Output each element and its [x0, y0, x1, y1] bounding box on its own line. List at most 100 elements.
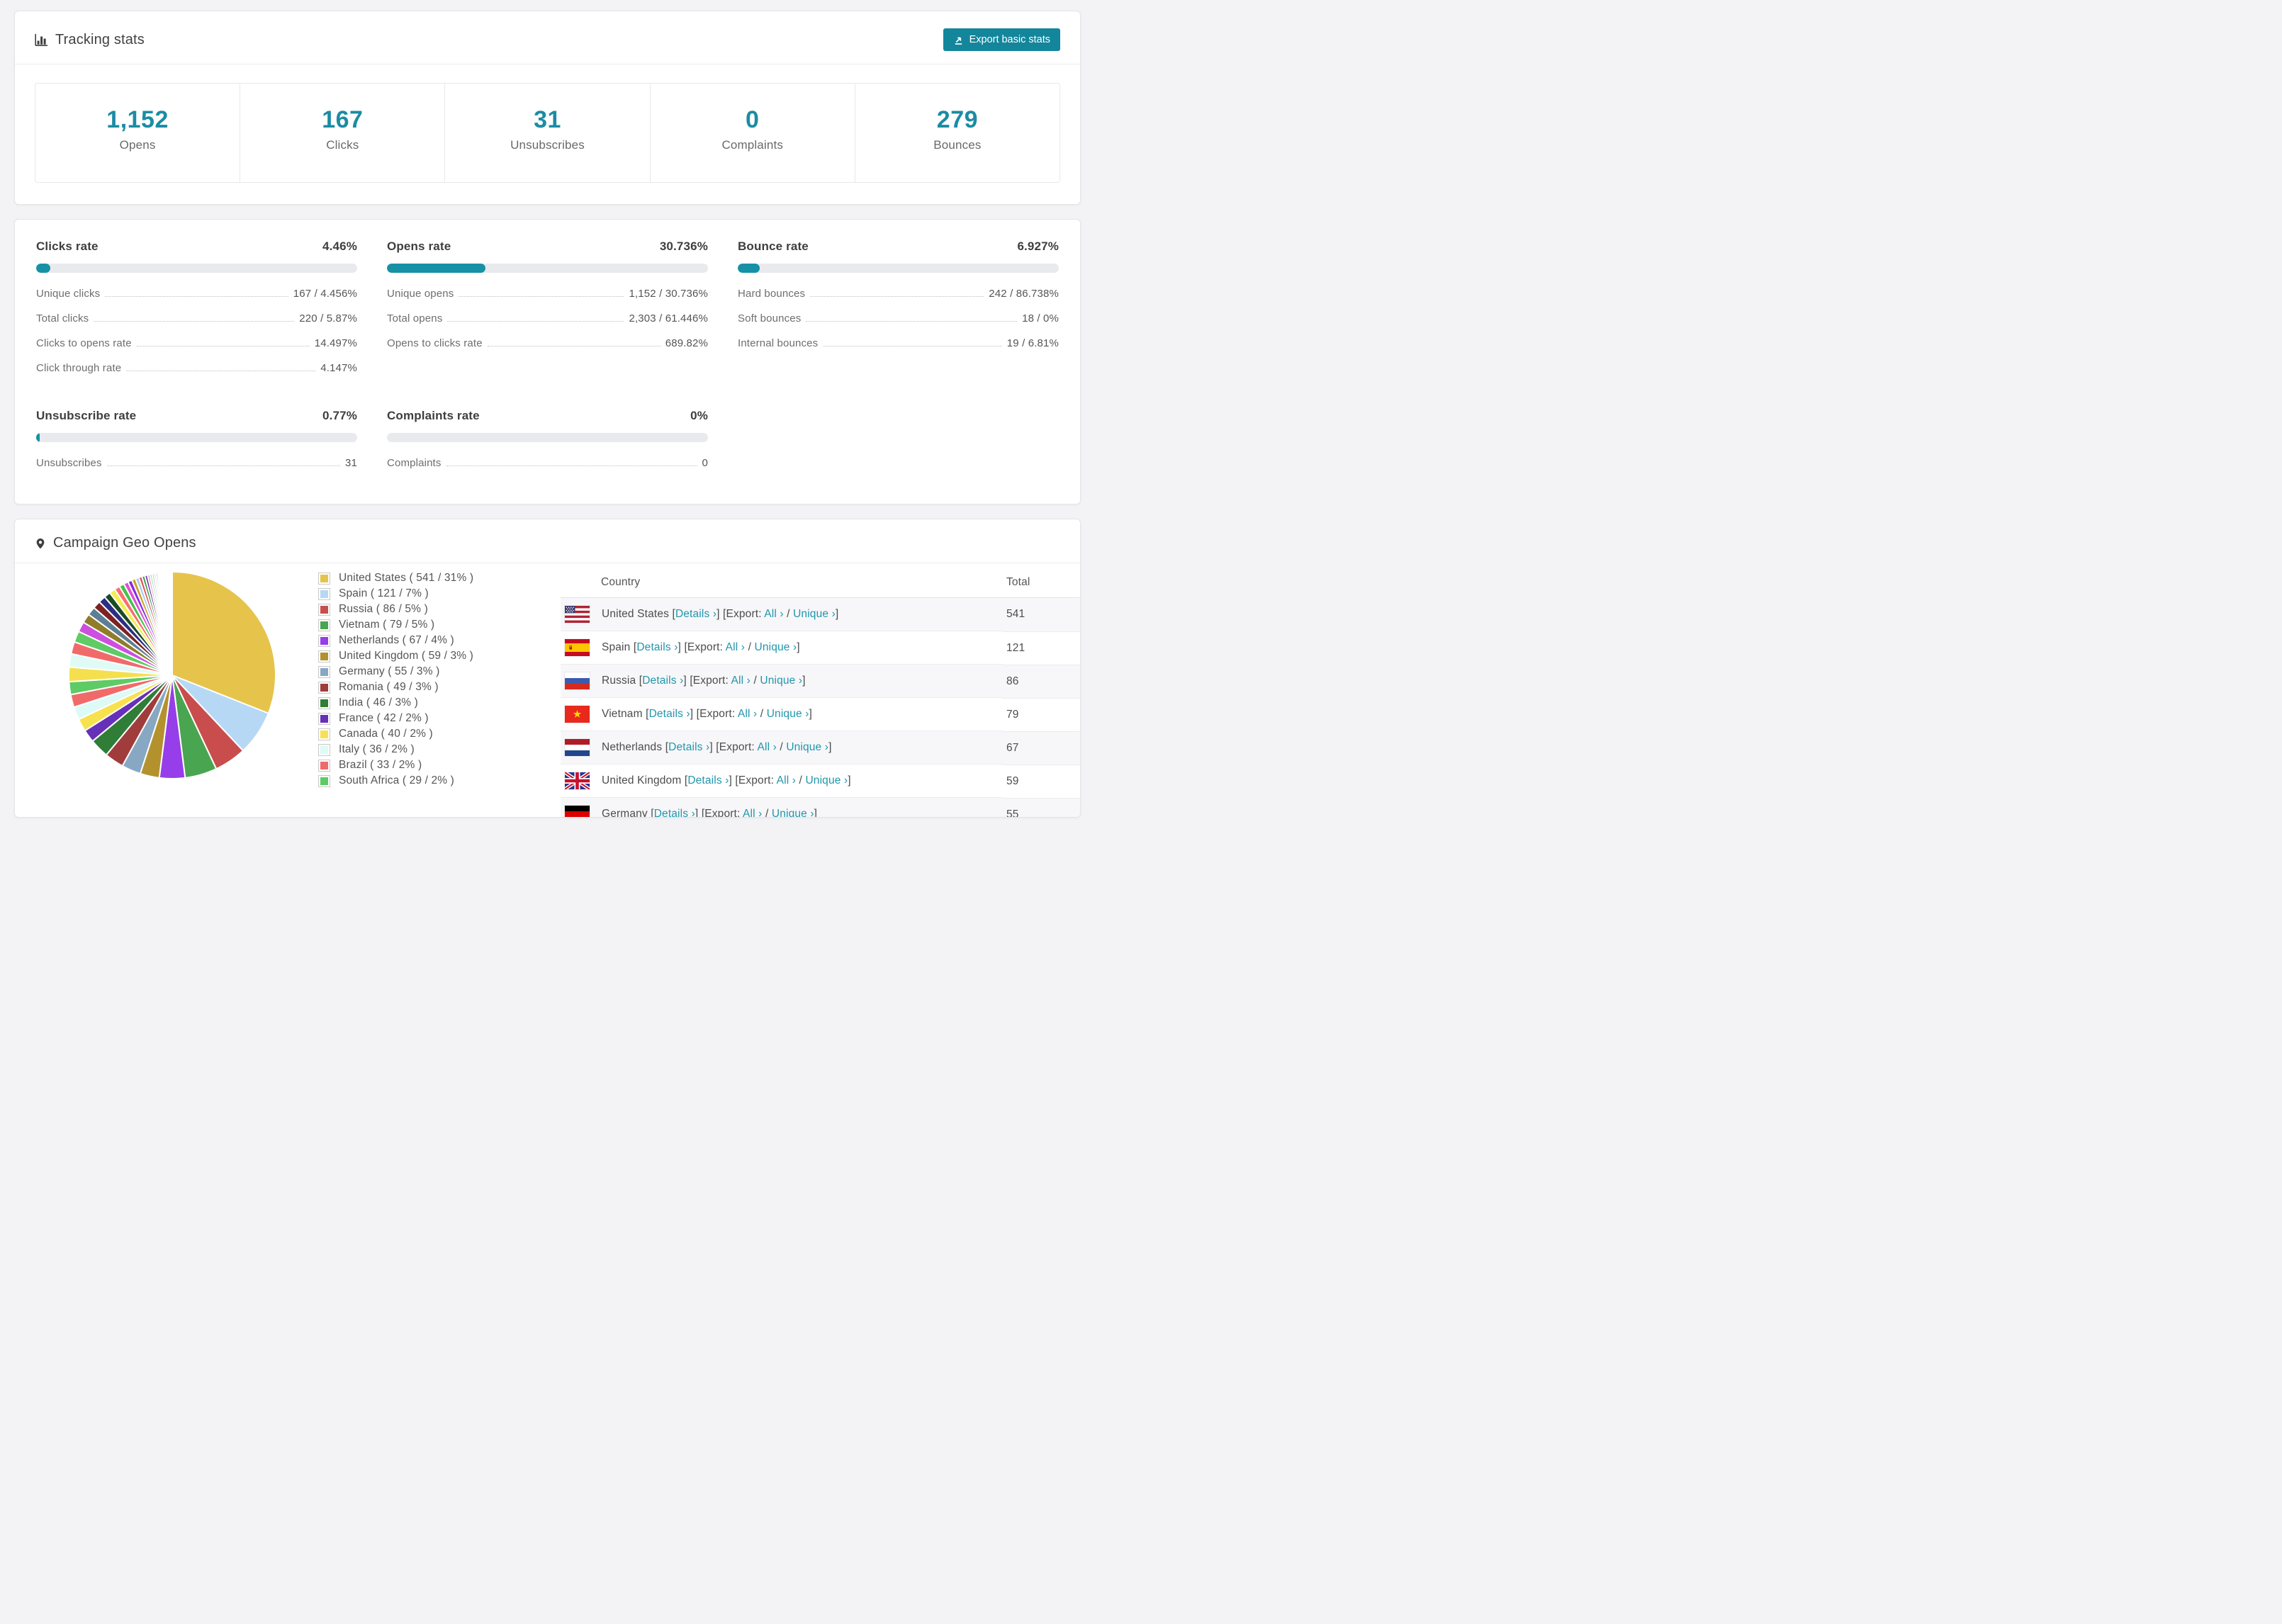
- legend-item-france[interactable]: France ( 42 / 2% ): [318, 712, 531, 725]
- rate-title: Complaints rate: [387, 409, 480, 422]
- legend-swatch: [318, 743, 330, 756]
- stat-box-unsubscribes: 31 Unsubscribes: [445, 84, 651, 182]
- legend-item-united-states[interactable]: United States ( 541 / 31% ): [318, 572, 531, 585]
- legend-item-russia[interactable]: Russia ( 86 / 5% ): [318, 603, 531, 616]
- stat-value: 31: [534, 106, 561, 133]
- country-cell-text: United Kingdom [Details ›] [Export: All …: [602, 774, 851, 787]
- rate-head: Clicks rate 4.46%: [36, 239, 357, 254]
- rate-value: 6.927%: [1017, 239, 1059, 253]
- legend-item-germany[interactable]: Germany ( 55 / 3% ): [318, 665, 531, 678]
- details-link[interactable]: Details ›: [649, 708, 690, 720]
- geo-table-wrap: Country Total United States [Details ›] …: [561, 568, 1080, 817]
- details-link[interactable]: Details ›: [654, 808, 695, 817]
- export-unique-link[interactable]: Unique ›: [772, 808, 814, 817]
- details-link[interactable]: Details ›: [687, 774, 729, 786]
- export-unique-link[interactable]: Unique ›: [754, 641, 797, 653]
- export-unique-link[interactable]: Unique ›: [786, 741, 828, 753]
- rate-title: Clicks rate: [36, 239, 99, 253]
- country-cell-text: Russia [Details ›] [Export: All › / Uniq…: [602, 675, 806, 687]
- legend-label: India ( 46 / 3% ): [339, 697, 418, 709]
- tracking-stats-card: Tracking stats Export basic stats 1,152 O…: [14, 11, 1081, 205]
- export-all-link[interactable]: All ›: [757, 741, 776, 753]
- pie-chart-svg[interactable]: [66, 569, 279, 782]
- legend-label: Netherlands ( 67 / 4% ): [339, 634, 454, 646]
- legend-swatch: [318, 587, 330, 600]
- legend-label: Germany ( 55 / 3% ): [339, 665, 440, 677]
- rate-rows: Unique opens 1,152 / 30.736% Total opens 2,…: [387, 281, 708, 356]
- legend-label: South Africa ( 29 / 2% ): [339, 774, 454, 786]
- total-cell: 59: [1002, 765, 1080, 799]
- bracket: ]: [802, 675, 806, 687]
- legend-label: Italy ( 36 / 2% ): [339, 743, 415, 755]
- legend-label: United States ( 541 / 31% ): [339, 572, 474, 584]
- legend-item-italy[interactable]: Italy ( 36 / 2% ): [318, 743, 531, 756]
- legend-item-brazil[interactable]: Brazil ( 33 / 2% ): [318, 759, 531, 772]
- rate-row-label: Total opens: [387, 312, 443, 325]
- country-cell-text: United States [Details ›] [Export: All ›…: [602, 608, 838, 621]
- us-flag-icon: [565, 606, 590, 623]
- progress-fill: [36, 433, 40, 442]
- stat-label: Complaints: [721, 138, 783, 152]
- export-all-link[interactable]: All ›: [743, 808, 762, 817]
- rate-rows: Complaints 0: [387, 451, 708, 475]
- legend-item-netherlands[interactable]: Netherlands ( 67 / 4% ): [318, 634, 531, 647]
- rate-row-total-opens: Total opens 2,303 / 61.446%: [387, 306, 708, 331]
- bracket: /: [757, 708, 767, 720]
- export-unique-link[interactable]: Unique ›: [805, 774, 848, 786]
- export-all-link[interactable]: All ›: [777, 774, 796, 786]
- export-unique-link[interactable]: Unique ›: [767, 708, 809, 720]
- progress-track: [387, 264, 708, 273]
- country-cell-text: Vietnam [Details ›] [Export: All › / Uni…: [602, 708, 812, 721]
- export-all-link[interactable]: All ›: [764, 608, 783, 620]
- country-name: Russia: [602, 675, 639, 687]
- ru-flag-icon: [565, 672, 590, 689]
- legend-item-south-africa[interactable]: South Africa ( 29 / 2% ): [318, 774, 531, 787]
- stat-value: 0: [746, 106, 760, 133]
- legend-item-united-kingdom[interactable]: United Kingdom ( 59 / 3% ): [318, 650, 531, 662]
- details-link[interactable]: Details ›: [668, 741, 709, 753]
- progress-fill: [738, 264, 760, 273]
- rate-row-value: 14.497%: [314, 337, 357, 349]
- legend-item-spain[interactable]: Spain ( 121 / 7% ): [318, 587, 531, 600]
- details-link[interactable]: Details ›: [642, 675, 683, 687]
- stat-box-complaints: 0 Complaints: [651, 84, 855, 182]
- rate-row-label: Hard bounces: [738, 288, 806, 300]
- progress-track: [738, 264, 1059, 273]
- legend-item-canada[interactable]: Canada ( 40 / 2% ): [318, 728, 531, 740]
- legend-swatch: [318, 728, 330, 740]
- stat-label: Unsubscribes: [510, 138, 585, 152]
- export-unique-link[interactable]: Unique ›: [793, 608, 836, 620]
- rate-row-value: 167 / 4.456%: [293, 288, 357, 300]
- geo-legend: United States ( 541 / 31% ) Spain ( 121 /…: [318, 572, 531, 790]
- total-cell: 79: [1002, 698, 1080, 732]
- rate-head: Opens rate 30.736%: [387, 239, 708, 254]
- details-link[interactable]: Details ›: [636, 641, 678, 653]
- country-cell: Spain [Details ›] [Export: All › / Uniqu…: [561, 631, 1002, 665]
- country-name: Vietnam: [602, 708, 646, 720]
- country-name: Spain: [602, 641, 634, 653]
- legend-swatch: [318, 681, 330, 694]
- bar-chart-icon: [35, 33, 47, 46]
- rate-row-value: 2,303 / 61.446%: [629, 312, 708, 325]
- details-link[interactable]: Details ›: [675, 608, 716, 620]
- total-cell: 86: [1002, 665, 1080, 699]
- rate-row-value: 242 / 86.738%: [989, 288, 1059, 300]
- table-row-united-states: United States [Details ›] [Export: All ›…: [561, 597, 1080, 632]
- export-basic-stats-button[interactable]: Export basic stats: [943, 28, 1060, 51]
- geo-pie-chart[interactable]: [66, 569, 279, 785]
- rate-row-value: 19 / 6.81%: [1006, 337, 1059, 349]
- geo-table-header-row: Country Total: [561, 568, 1080, 598]
- total-cell: 541: [1002, 597, 1080, 632]
- rate-row-total-clicks: Total clicks 220 / 5.87%: [36, 306, 357, 331]
- legend-item-vietnam[interactable]: Vietnam ( 79 / 5% ): [318, 619, 531, 631]
- legend-swatch: [318, 697, 330, 709]
- legend-item-romania[interactable]: Romania ( 49 / 3% ): [318, 681, 531, 694]
- dotted-leader: [447, 321, 624, 322]
- export-all-link[interactable]: All ›: [731, 675, 751, 687]
- rates-card: Clicks rate 4.46% Unique clicks 167 / 4.456…: [14, 219, 1081, 504]
- export-all-link[interactable]: All ›: [726, 641, 745, 653]
- rate-block-complaints-rate: Complaints rate 0% Complaints 0: [387, 409, 708, 475]
- export-all-link[interactable]: All ›: [738, 708, 757, 720]
- legend-item-india[interactable]: India ( 46 / 3% ): [318, 697, 531, 709]
- export-unique-link[interactable]: Unique ›: [760, 675, 802, 687]
